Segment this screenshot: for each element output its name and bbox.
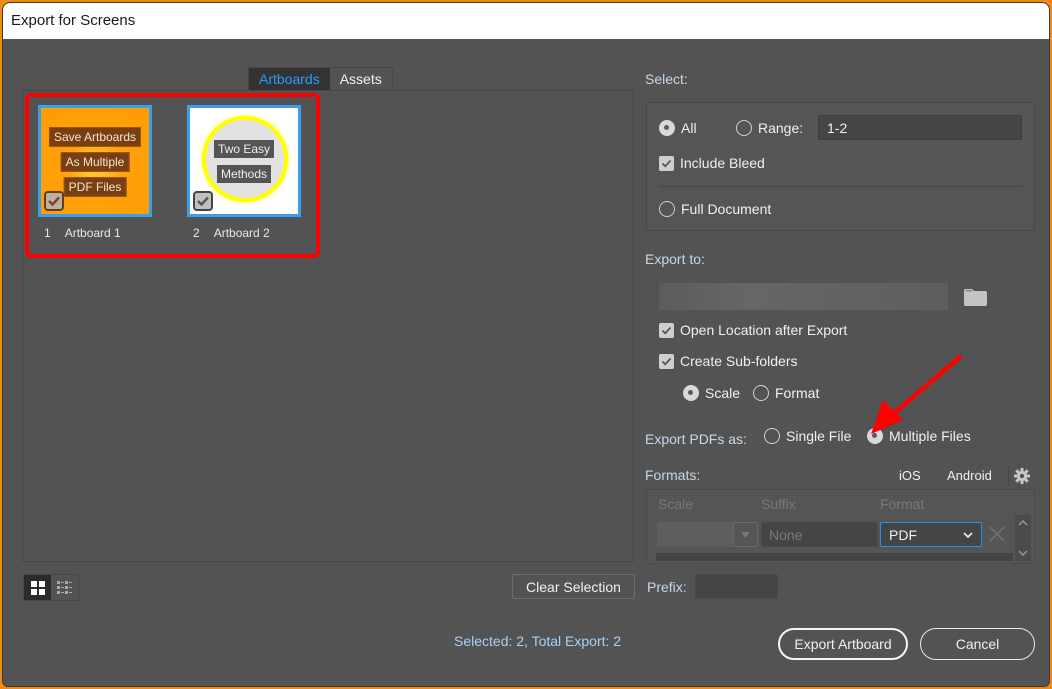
single-file-label: Single File	[786, 428, 852, 444]
tab-artboards[interactable]: Artboards	[249, 68, 330, 91]
thumbnail-text: Two Easy	[213, 140, 275, 158]
create-subfolders-checkbox[interactable]	[659, 353, 674, 369]
subfolder-format-radio[interactable]	[753, 385, 769, 401]
select-all-label: All	[681, 120, 697, 136]
artboard-thumbnail[interactable]: Two Easy Methods	[187, 105, 301, 217]
thumbnail-text: As Multiple	[60, 152, 130, 172]
include-bleed-option[interactable]: Include Bleed	[659, 155, 765, 171]
select-range-radio[interactable]	[736, 120, 752, 136]
chevron-up-icon[interactable]	[1018, 518, 1028, 528]
divider	[659, 186, 1023, 187]
scale-input[interactable]	[657, 522, 733, 547]
full-document-label: Full Document	[681, 201, 772, 217]
column-header-scale: Scale	[658, 496, 694, 512]
thumbnail-text: Save Artboards	[48, 127, 142, 147]
select-range-label: Range:	[758, 120, 804, 136]
clear-selection-button[interactable]: Clear Selection	[512, 574, 635, 599]
multiple-files-label: Multiple Files	[889, 428, 971, 444]
ios-preset-button[interactable]: iOS	[899, 468, 921, 483]
format-select-value: PDF	[889, 526, 917, 543]
grid-view-button[interactable]	[24, 575, 51, 600]
checkmark-icon	[661, 159, 672, 168]
tab-assets[interactable]: Assets	[329, 68, 392, 91]
tab-bar: Artboards Assets	[248, 67, 393, 91]
triangle-down-icon	[741, 531, 750, 538]
create-subfolders-label: Create Sub-folders	[680, 353, 798, 369]
artboard-number: 2	[193, 226, 200, 240]
thumbnail-circle	[202, 116, 288, 202]
vertical-scrollbar[interactable]	[1015, 515, 1031, 561]
column-header-format: Format	[880, 496, 925, 512]
view-toggle	[23, 574, 79, 601]
chevron-down-icon	[963, 531, 973, 538]
multiple-files-option[interactable]: Multiple Files	[867, 428, 971, 444]
checkmark-icon	[661, 326, 672, 335]
horizontal-scrollbar[interactable]	[656, 553, 1013, 561]
list-view-button[interactable]	[51, 575, 78, 600]
subfolder-format-label: Format	[775, 385, 820, 401]
single-file-radio[interactable]	[764, 428, 780, 444]
chevron-down-icon[interactable]	[1018, 548, 1028, 558]
grid-view-icon	[30, 580, 45, 595]
selection-status: Selected: 2, Total Export: 2	[454, 633, 622, 649]
subfolder-scale-radio[interactable]	[683, 385, 699, 401]
select-label: Select:	[645, 71, 688, 87]
artboard-checkbox[interactable]	[193, 191, 213, 211]
export-to-label: Export to:	[645, 251, 705, 267]
artboard-caption: 2 Artboard 2	[187, 226, 301, 240]
subfolder-format-option[interactable]: Format	[753, 385, 819, 401]
thumbnail-text: Methods	[216, 165, 272, 183]
export-for-screens-dialog: Export for Screens Artboards Assets Save…	[2, 2, 1050, 687]
open-location-checkbox[interactable]	[659, 322, 674, 338]
single-file-option[interactable]: Single File	[764, 428, 851, 444]
open-location-label: Open Location after Export	[680, 322, 848, 338]
checkmark-icon	[661, 357, 672, 366]
format-select[interactable]: PDF	[880, 522, 982, 547]
prefix-label: Prefix:	[647, 579, 687, 595]
folder-icon[interactable]	[964, 289, 987, 306]
select-range-option[interactable]: Range:	[736, 120, 803, 136]
checkmark-icon	[197, 196, 209, 207]
android-preset-button[interactable]: Android	[947, 468, 992, 483]
column-header-suffix: Suffix	[761, 496, 796, 512]
create-subfolders-option[interactable]: Create Sub-folders	[659, 353, 798, 369]
remove-format-icon[interactable]	[988, 524, 1006, 544]
multiple-files-radio[interactable]	[867, 428, 883, 444]
divider	[1008, 466, 1009, 486]
open-location-option[interactable]: Open Location after Export	[659, 322, 847, 338]
gear-icon[interactable]	[1014, 468, 1030, 484]
artboard-item[interactable]: Two Easy Methods 2 Artboard 2	[187, 105, 301, 240]
full-document-radio[interactable]	[659, 201, 675, 217]
checkmark-icon	[48, 196, 60, 207]
select-all-radio[interactable]	[659, 120, 675, 136]
export-pdfs-label: Export PDFs as:	[645, 431, 747, 447]
range-input[interactable]: 1-2	[818, 115, 1022, 140]
artboard-caption: 1 Artboard 1	[38, 226, 152, 240]
list-view-icon	[56, 580, 72, 594]
export-artboard-button[interactable]: Export Artboard	[778, 628, 908, 660]
artboard-name[interactable]: Artboard 1	[65, 226, 121, 240]
full-document-option[interactable]: Full Document	[659, 201, 771, 217]
thumbnail-text: PDF Files	[63, 177, 127, 197]
artboard-checkbox[interactable]	[44, 191, 64, 211]
include-bleed-label: Include Bleed	[680, 155, 765, 171]
artboard-number: 1	[44, 226, 51, 240]
artboard-name[interactable]: Artboard 2	[214, 226, 270, 240]
suffix-input[interactable]: None	[761, 522, 878, 547]
subfolder-scale-option[interactable]: Scale	[683, 385, 740, 401]
dialog-title: Export for Screens	[3, 3, 1049, 39]
cancel-button[interactable]: Cancel	[920, 628, 1035, 660]
include-bleed-checkbox[interactable]	[659, 155, 674, 171]
prefix-input[interactable]	[695, 574, 778, 599]
artboard-item[interactable]: Save Artboards As Multiple PDF Files 1 A…	[38, 105, 152, 240]
export-path-field[interactable]	[659, 283, 948, 310]
artboard-thumbnail[interactable]: Save Artboards As Multiple PDF Files	[38, 105, 152, 217]
scale-dropdown-button[interactable]	[733, 522, 758, 547]
subfolder-scale-label: Scale	[705, 385, 741, 401]
formats-label: Formats:	[645, 467, 701, 483]
select-all-option[interactable]: All	[659, 120, 697, 136]
